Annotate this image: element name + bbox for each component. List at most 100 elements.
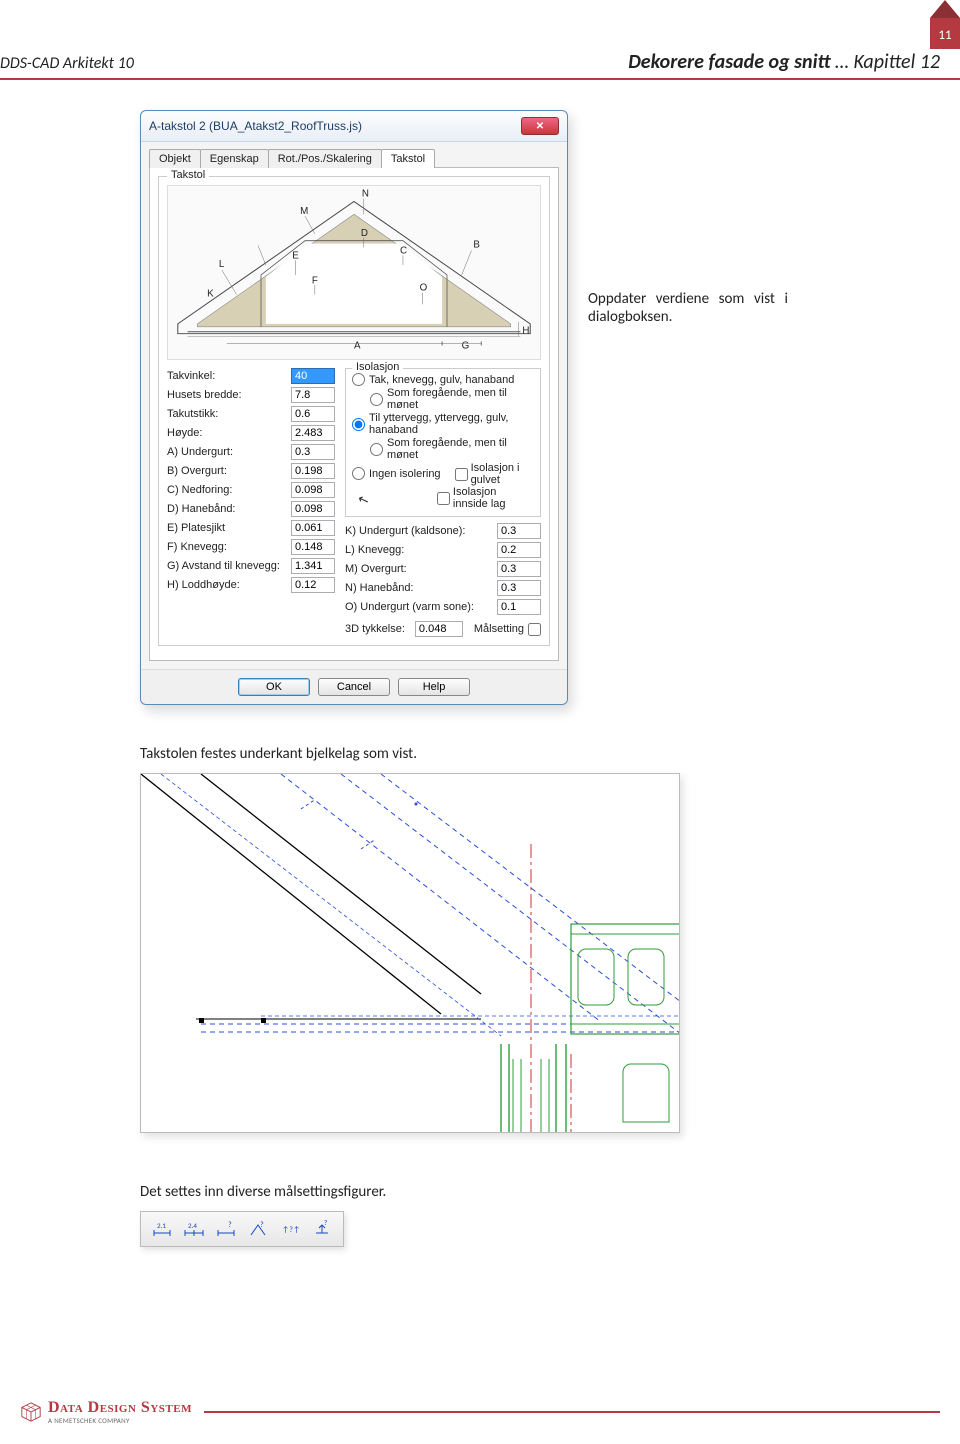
check-malsetting[interactable] — [528, 623, 541, 636]
close-button[interactable]: ✕ — [521, 117, 559, 135]
cancel-button[interactable]: Cancel — [318, 678, 390, 696]
help-button[interactable]: Help — [398, 678, 470, 696]
dim-angle-button[interactable]: ? — [245, 1217, 271, 1241]
dim-horizontal-button[interactable]: 2.1 — [149, 1217, 175, 1241]
groupbox-title: Takstol — [167, 169, 209, 181]
isolasjon-groupbox: Isolasjon Tak, knevegg, gulv, hanaband S… — [345, 368, 541, 517]
label-d-haneband: D) Hanebånd: — [167, 503, 291, 515]
input-g-avstand[interactable] — [291, 558, 335, 574]
header-right: Dekorere fasade og snitt … Kapittel 12 — [628, 50, 940, 74]
check-malsetting-label: Målsetting — [474, 623, 524, 635]
input-husets-bredde[interactable] — [291, 387, 335, 403]
label-m-overgurt: M) Overgurt: — [345, 563, 497, 575]
input-l-knevegg[interactable] — [497, 542, 541, 558]
label-e-platesjikt: E) Platesjikt — [167, 522, 291, 534]
diagram-label-K: K — [207, 288, 214, 299]
header-title-bold: Dekorere fasade og snitt — [628, 50, 830, 74]
input-b-overgurt[interactable] — [291, 463, 335, 479]
roof-truss-dialog: A-takstol 2 (BUA_Atakst2_RoofTruss.js) ✕… — [140, 110, 568, 705]
dimension-toolbar: 2.1 2.4 ? ? ↑?↑ ? — [140, 1211, 344, 1247]
svg-text:?: ? — [260, 1220, 264, 1230]
radio-iso-4[interactable] — [370, 443, 383, 456]
label-l-knevegg: L) Knevegg: — [345, 544, 497, 556]
label-c-nedforing: C) Nedforing: — [167, 484, 291, 496]
radio-iso-4-label: Som foregående, men til mønet — [387, 437, 534, 461]
input-k-undergurt[interactable] — [497, 523, 541, 539]
input-n-haneband[interactable] — [497, 580, 541, 596]
input-3d-tykkelse[interactable] — [415, 621, 463, 637]
label-o-undergurt: O) Undergurt (varm sone): — [345, 601, 497, 613]
check-iso-gulvet[interactable] — [455, 468, 468, 481]
radio-iso-1-label: Tak, knevegg, gulv, hanaband — [369, 374, 514, 386]
input-o-undergurt[interactable] — [497, 599, 541, 615]
input-a-undergurt[interactable] — [291, 444, 335, 460]
cursor-icon: ↖ — [356, 491, 372, 510]
label-g-avstand: G) Avstand til knevegg: — [167, 560, 291, 572]
label-husets-bredde: Husets bredde: — [167, 389, 291, 401]
svg-text:?: ? — [228, 1220, 232, 1230]
diagram-label-L: L — [219, 259, 225, 270]
diagram-label-O: O — [420, 283, 428, 294]
input-c-nedforing[interactable] — [291, 482, 335, 498]
page-footer: Data Design System A NEMETSCHEK COMPANY — [20, 1400, 940, 1424]
label-takvinkel: Takvinkel: — [167, 370, 291, 382]
dialog-titlebar: A-takstol 2 (BUA_Atakst2_RoofTruss.js) ✕ — [141, 111, 567, 142]
header-left: DDS-CAD Arkitekt 10 — [0, 54, 134, 73]
label-takutstikk: Takutstikk: — [167, 408, 291, 420]
takstol-groupbox: Takstol — [158, 176, 550, 646]
label-3d-tykkelse: 3D tykkelse: — [345, 623, 405, 635]
left-fields: Takvinkel: Husets bredde: Takutstikk: Hø… — [167, 368, 335, 637]
input-e-platesjikt[interactable] — [291, 520, 335, 536]
dim-text-button[interactable]: ↑?↑ — [277, 1217, 303, 1241]
diagram-label-N: N — [362, 189, 369, 200]
diagram-label-M: M — [300, 206, 308, 217]
footer-subtitle: A NEMETSCHEK COMPANY — [48, 1417, 192, 1424]
header-chapter: … Kapittel 12 — [831, 50, 940, 74]
page-header: DDS-CAD Arkitekt 10 Dekorere fasade og s… — [0, 0, 960, 80]
dim-elevation-button[interactable]: ? — [309, 1217, 335, 1241]
radio-iso-5-label: Ingen isolering — [369, 468, 441, 480]
input-h-loddhoyde[interactable] — [291, 577, 335, 593]
diagram-label-D: D — [361, 228, 368, 239]
input-d-haneband[interactable] — [291, 501, 335, 517]
tab-egenskap[interactable]: Egenskap — [200, 149, 269, 168]
label-k-undergurt: K) Undergurt (kaldsone): — [345, 525, 497, 537]
dialog-button-row: OK Cancel Help — [141, 669, 567, 704]
dialog-title: A-takstol 2 (BUA_Atakst2_RoofTruss.js) — [149, 119, 362, 133]
input-takvinkel[interactable] — [291, 368, 335, 384]
label-n-haneband: N) Hanebånd: — [345, 582, 497, 594]
input-hoyde[interactable] — [291, 425, 335, 441]
dim-chain-button[interactable]: 2.4 — [181, 1217, 207, 1241]
tab-rot-pos[interactable]: Rot./Pos./Skalering — [268, 149, 382, 168]
check-iso-innside-label: Isolasjon innside lag — [453, 486, 534, 510]
right-fields: K) Undergurt (kaldsone): L) Knevegg: M) … — [345, 523, 541, 615]
iso-title: Isolasjon — [352, 361, 403, 373]
dim-linear-button[interactable]: ? — [213, 1217, 239, 1241]
close-icon: ✕ — [536, 121, 544, 132]
radio-iso-2[interactable] — [370, 393, 383, 406]
tab-objekt[interactable]: Objekt — [149, 149, 201, 168]
diagram-label-A: A — [354, 340, 361, 351]
radio-iso-3[interactable] — [352, 418, 365, 431]
radio-iso-1[interactable] — [352, 373, 365, 386]
svg-text:2.1: 2.1 — [157, 1221, 166, 1230]
tab-takstol[interactable]: Takstol — [381, 149, 435, 168]
check-iso-gulvet-label: Isolasjon i gulvet — [471, 462, 534, 486]
svg-text:?: ? — [324, 1219, 327, 1227]
footer-logo: Data Design System A NEMETSCHEK COMPANY — [20, 1400, 192, 1424]
dds-logo-icon — [20, 1401, 42, 1423]
page-number-badge: 11 — [930, 18, 960, 49]
diagram-label-B: B — [473, 240, 480, 251]
dialog-tabs: Objekt Egenskap Rot./Pos./Skalering Taks… — [141, 142, 567, 167]
ok-button[interactable]: OK — [238, 678, 310, 696]
input-takutstikk[interactable] — [291, 406, 335, 422]
caption-2: Det settes inn diverse målsettingsfigure… — [140, 1183, 900, 1201]
diagram-label-E: E — [292, 250, 299, 261]
diagram-label-H: H — [522, 326, 529, 337]
svg-text:↑?↑: ↑?↑ — [282, 1225, 300, 1235]
input-f-knevegg[interactable] — [291, 539, 335, 555]
check-iso-innside[interactable] — [437, 492, 450, 505]
footer-brand: Data Design System — [48, 1400, 192, 1416]
radio-iso-5[interactable] — [352, 467, 365, 480]
input-m-overgurt[interactable] — [497, 561, 541, 577]
